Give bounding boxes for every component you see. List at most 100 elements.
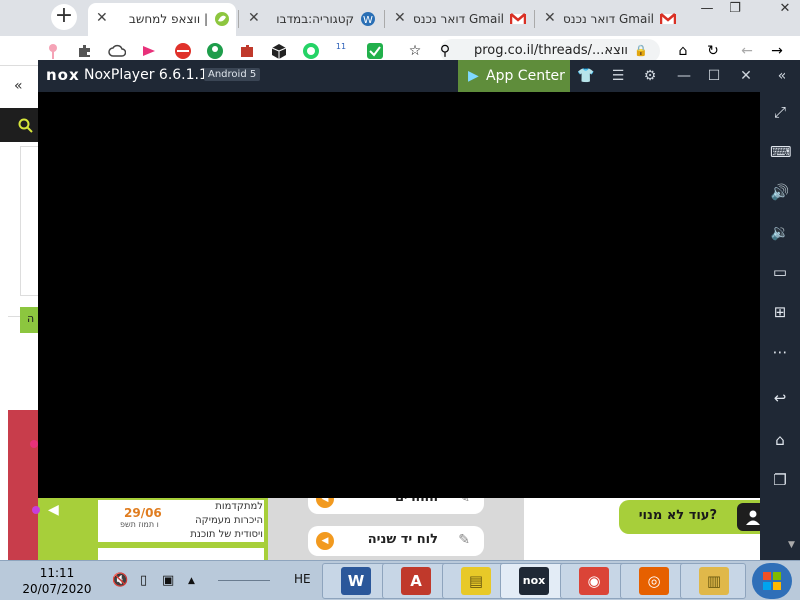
- chrome-icon: ◉: [579, 567, 609, 595]
- webpage-red-banner: [8, 410, 38, 560]
- tab-label: דואר נכנס Gmail: [563, 12, 654, 26]
- leaf-icon: [214, 11, 230, 27]
- language-indicator[interactable]: HE: [294, 572, 311, 586]
- url-text: prog.co.il/threads/...ווצא: [474, 43, 628, 58]
- zoom-search-icon[interactable]: ⚲: [436, 42, 454, 60]
- news-date: 29/06: [124, 506, 162, 520]
- bookmark-star-icon[interactable]: ☆: [406, 42, 424, 60]
- settings-icon[interactable]: ⚙: [640, 66, 660, 86]
- reload-icon[interactable]: ↻: [704, 42, 722, 60]
- home-icon[interactable]: ⌂: [674, 42, 692, 60]
- windows-taskbar: 11:11 20/07/2020 🔇 ▯ ▣ ▲ HE W A ▤ nox ◉ …: [0, 560, 800, 600]
- browser-tab-bar: ✕ ❐ — + ✕ ווצאפ למחשב | ✕ קטגוריה:במדבו …: [0, 0, 800, 36]
- menu-icon[interactable]: ☰: [608, 66, 628, 86]
- adblock-icon[interactable]: [174, 42, 192, 60]
- flamingo-icon[interactable]: [44, 42, 62, 60]
- skin-icon[interactable]: 👕: [576, 66, 596, 86]
- green-pin-icon[interactable]: [206, 42, 224, 60]
- new-tab-button[interactable]: +: [51, 4, 77, 30]
- tab-wiki[interactable]: ✕ קטגוריה:במדבו W: [240, 3, 382, 36]
- maximize-icon[interactable]: ☐: [704, 66, 724, 86]
- app-center-button[interactable]: ▶ App Center: [458, 60, 570, 92]
- nox-sidebar: ⤢ ⌨ 🔊 🔉 ▭ ⊞ ⋯ ↩ ⌂ ❐ ▼: [760, 92, 800, 560]
- tab-label: דואר נכנס Gmail: [413, 12, 504, 26]
- nox-app-title: NoxPlayer 6.6.1.1: [84, 67, 208, 83]
- screen-icon[interactable]: ▭: [770, 262, 790, 282]
- system-clock[interactable]: 11:11 20/07/2020: [22, 565, 92, 597]
- window-maximize-icon[interactable]: ❐: [722, 0, 748, 20]
- webpage-sidebar-panel: [20, 146, 38, 296]
- search-icon: [18, 118, 33, 133]
- fullscreen-icon[interactable]: ⤢: [770, 102, 790, 122]
- recent-apps-icon[interactable]: ❐: [770, 470, 790, 490]
- more-icon[interactable]: ⋯: [770, 342, 790, 362]
- wiki-icon: W: [360, 11, 376, 27]
- taskbar-chrome[interactable]: ◉: [560, 563, 626, 599]
- extension-counter-icon[interactable]: 11: [332, 42, 350, 60]
- tab-gmail-2[interactable]: ✕ דואר נכנס Gmail: [536, 3, 682, 36]
- tab-gmail-1[interactable]: ✕ דואר נכנס Gmail: [386, 3, 532, 36]
- cube-icon[interactable]: [270, 42, 288, 60]
- extension-check-icon[interactable]: [366, 42, 384, 60]
- network-icon[interactable]: ▣: [162, 573, 174, 588]
- nox-app-icon: nox: [519, 567, 549, 595]
- edit-icon: ✎: [458, 532, 470, 548]
- cast-icon[interactable]: [140, 42, 158, 60]
- scroll-down-icon[interactable]: ▼: [788, 540, 796, 550]
- forward-icon[interactable]: ←: [738, 42, 756, 60]
- news-item[interactable]: [98, 548, 264, 560]
- puzzle-red-icon[interactable]: [238, 42, 256, 60]
- taskbar-acrobat[interactable]: A: [382, 563, 448, 599]
- show-hidden-icon[interactable]: ▲: [188, 576, 195, 586]
- taskbar-firefox[interactable]: ◎: [620, 563, 686, 599]
- subscribe-label: עוד לא מנוי?: [638, 508, 717, 523]
- news-text: למתקדמות היכרות מעמיקה ויסודית של תוכנת: [190, 501, 263, 540]
- window-close-icon[interactable]: ✕: [772, 0, 798, 20]
- back-icon[interactable]: ↩: [770, 388, 790, 408]
- taskbar-nox[interactable]: nox: [500, 563, 566, 599]
- whatsapp-icon[interactable]: [302, 42, 320, 60]
- tab-label: קטגוריה:במדבו: [276, 12, 354, 26]
- gmail-icon: [659, 11, 677, 27]
- tab-close-icon[interactable]: ✕: [96, 10, 108, 26]
- battery-icon[interactable]: ▯: [140, 573, 147, 588]
- app-center-label: App Center: [486, 68, 565, 84]
- tab-close-icon[interactable]: ✕: [248, 10, 260, 26]
- tab-whatsapp[interactable]: ✕ ווצאפ למחשב |: [88, 3, 236, 36]
- pill-label: לוח יד שניה: [367, 532, 438, 547]
- puzzle-icon[interactable]: [76, 42, 94, 60]
- webpage-green-button[interactable]: ה: [20, 307, 38, 333]
- taskbar-word[interactable]: W: [322, 563, 388, 599]
- volume-up-icon[interactable]: 🔊: [770, 182, 790, 202]
- subscribe-button[interactable]: עוד לא מנוי?: [619, 500, 775, 534]
- chevron-left-icon[interactable]: «: [14, 78, 23, 94]
- minimize-icon[interactable]: —: [674, 66, 694, 86]
- close-icon[interactable]: ✕: [736, 66, 756, 86]
- lock-icon: 🔒: [634, 44, 648, 57]
- tab-close-icon[interactable]: ✕: [394, 10, 406, 26]
- acrobat-icon: A: [401, 567, 431, 595]
- svg-text:W: W: [363, 15, 373, 26]
- explorer-icon: ▥: [699, 567, 729, 595]
- tab-close-icon[interactable]: ✕: [544, 10, 556, 26]
- home-icon[interactable]: ⌂: [770, 430, 790, 450]
- apk-install-icon[interactable]: ⊞: [770, 302, 790, 322]
- volume-muted-icon[interactable]: 🔇: [112, 573, 128, 588]
- arrow-left-icon[interactable]: ◀: [48, 502, 59, 518]
- play-store-icon: ▶: [468, 68, 479, 84]
- second-hand-board-button[interactable]: ◀ לוח יד שניה ✎: [308, 526, 484, 556]
- taskbar-divider: [218, 580, 270, 581]
- window-minimize-icon[interactable]: —: [694, 0, 720, 20]
- volume-down-icon[interactable]: 🔉: [770, 222, 790, 242]
- nox-title-bar[interactable]: nox NoxPlayer 6.6.1.1 Android 5 ▶ App Ce…: [38, 60, 800, 92]
- windows-logo-icon: [763, 572, 781, 590]
- cloud-icon[interactable]: [108, 42, 127, 60]
- keyboard-icon[interactable]: ⌨: [770, 142, 792, 162]
- back-icon[interactable]: →: [768, 42, 786, 60]
- taskbar-sticky-notes[interactable]: ▤: [442, 563, 508, 599]
- start-button[interactable]: [752, 563, 792, 599]
- taskbar-explorer[interactable]: ▥: [680, 563, 746, 599]
- collapse-sidebar-icon[interactable]: «: [772, 66, 792, 86]
- site-search-bar[interactable]: [0, 108, 38, 142]
- android-screen[interactable]: [38, 92, 760, 498]
